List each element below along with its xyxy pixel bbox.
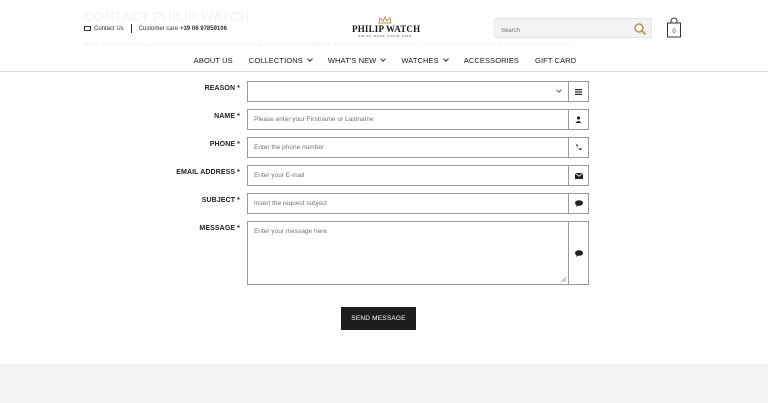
page-title-faded: CONTACT PHILIP WATCH <box>84 9 251 24</box>
shopping-bag-icon[interactable]: 0 <box>666 17 682 38</box>
search-icon[interactable] <box>633 22 647 36</box>
chevron-down-icon <box>442 55 449 62</box>
bag-count: 0 <box>672 29 676 35</box>
top-links: Contact Us Customer care +39 06 97859106 <box>84 24 227 33</box>
main-nav: ABOUT US COLLECTIONS WHAT'S NEW WATCHES … <box>0 53 768 67</box>
nav-about-us[interactable]: ABOUT US <box>194 53 233 67</box>
message-textarea[interactable] <box>248 222 569 284</box>
nav-gift-card[interactable]: GIFT CARD <box>535 53 576 67</box>
nav-watches[interactable]: WATCHES <box>401 53 449 67</box>
logo-tagline: SWISS MADE SINCE 1858 <box>358 34 412 38</box>
name-label: NAME * <box>214 113 240 120</box>
search-box <box>494 18 652 40</box>
email-label: EMAIL ADDRESS * <box>176 169 240 176</box>
name-input[interactable] <box>248 110 569 129</box>
user-icon <box>568 110 588 129</box>
divider <box>130 24 132 33</box>
phone-icon <box>568 138 588 157</box>
envelope-icon <box>568 166 588 185</box>
comment-icon <box>568 222 588 284</box>
comment-icon <box>568 194 588 213</box>
page-intro-faded: We are at your complete disposal for any… <box>84 42 572 48</box>
nav-whats-new[interactable]: WHAT'S NEW <box>328 53 387 67</box>
search-input[interactable] <box>495 22 625 40</box>
envelope-icon <box>84 26 91 31</box>
name-field-wrap <box>247 109 589 130</box>
nav-collections[interactable]: COLLECTIONS <box>249 53 313 67</box>
phone-label: PHONE * <box>209 141 240 148</box>
message-label: MESSAGE * <box>199 225 240 232</box>
crown-icon <box>378 16 392 24</box>
email-input[interactable] <box>248 166 569 185</box>
customer-care-label: Customer care <box>138 25 179 32</box>
send-message-button[interactable]: SEND MESSAGE <box>341 307 416 330</box>
contact-us-link[interactable]: Contact Us <box>94 26 124 32</box>
chevron-down-icon <box>556 87 562 93</box>
subject-label: SUBJECT * <box>201 197 240 204</box>
message-field-wrap <box>247 221 589 285</box>
resize-handle-icon[interactable] <box>561 277 566 282</box>
logo-brand-text: PHILIP WATCH <box>352 24 421 34</box>
email-field-wrap <box>247 165 589 186</box>
site-header: CONTACT PHILIP WATCH We are at your comp… <box>0 0 768 72</box>
subject-field-wrap <box>247 193 589 214</box>
phone-input[interactable] <box>248 138 569 157</box>
list-icon <box>568 82 588 101</box>
footer-band <box>0 364 768 403</box>
subject-input[interactable] <box>248 194 569 213</box>
phone-field-wrap <box>247 137 589 158</box>
reason-select[interactable] <box>247 81 589 102</box>
reason-label: REASON * <box>204 85 240 92</box>
brand-logo[interactable]: PHILIP WATCH SWISS MADE SINCE 1858 <box>352 16 421 40</box>
chevron-down-icon <box>380 55 387 62</box>
nav-accessories[interactable]: ACCESSORIES <box>464 53 519 67</box>
chevron-down-icon <box>306 55 313 62</box>
customer-care-phone[interactable]: +39 06 97859106 <box>180 26 227 32</box>
